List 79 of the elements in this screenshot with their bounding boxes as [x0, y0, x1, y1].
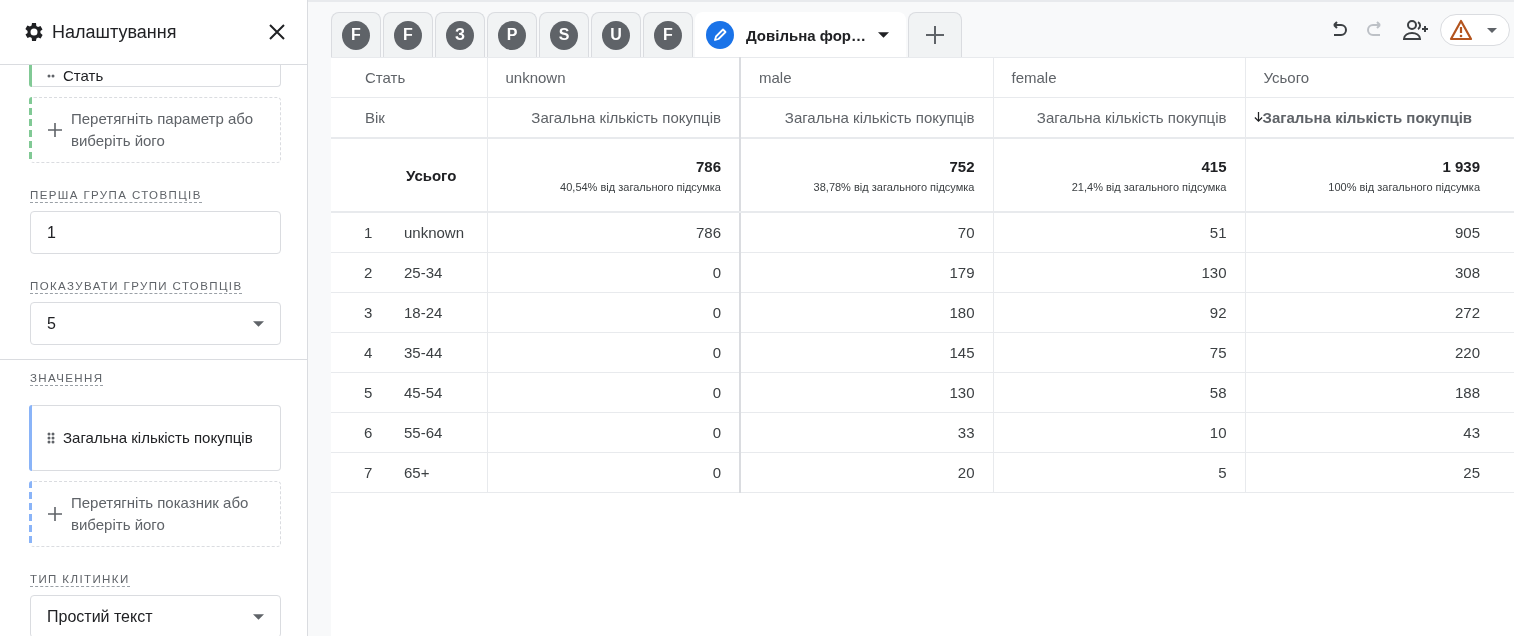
report-tab[interactable]: P [487, 12, 537, 57]
report-tab[interactable]: F [331, 12, 381, 57]
field-chip[interactable]: Стать [30, 65, 281, 87]
row-number: 2 [364, 264, 374, 281]
table-cell: 70 [740, 212, 993, 253]
table-cell: 92 [993, 292, 1245, 333]
sort-arrow-icon [1253, 112, 1263, 123]
table-cell: 180 [740, 292, 993, 333]
row-label: 18-24 [404, 304, 443, 321]
row-number: 7 [364, 464, 374, 481]
table-cell: 75 [993, 332, 1245, 373]
row-number: 1 [364, 224, 374, 241]
row-label: 55-64 [404, 424, 443, 441]
caret-icon [878, 32, 889, 38]
dropdown[interactable]: 5 [30, 302, 281, 345]
total-label: Усього [331, 138, 487, 212]
drag-handle-icon [47, 73, 55, 78]
total-value: 1 939 [1441, 157, 1480, 175]
warning-icon [1449, 19, 1473, 41]
share-text: 38,78% від загального підсумка [812, 180, 975, 193]
table-cell: 179 [740, 252, 993, 293]
share-text: 100% від загального підсумка [1327, 180, 1480, 193]
column-header: female [993, 57, 1245, 98]
field-chip[interactable]: Загальна кількість покупців [30, 405, 281, 471]
plus-icon [47, 506, 63, 522]
report-tab[interactable]: S [539, 12, 589, 57]
row-label: 25-34 [404, 264, 443, 281]
column-header: Усього [1245, 57, 1514, 98]
drop-zone[interactable]: Перетягніть показник або виберіть його [30, 481, 281, 547]
row-number: 5 [364, 384, 374, 401]
row-number: 3 [364, 304, 374, 321]
field-label: ТИП КЛІТИНКИ [30, 573, 130, 587]
table-cell: 58 [993, 372, 1245, 413]
panel-title: Налаштування [52, 21, 178, 43]
row-number: 4 [364, 344, 374, 361]
metric-header[interactable]: Загальна кількість покупців [740, 97, 993, 138]
column-header: male [740, 57, 993, 98]
report-tab[interactable]: F [643, 12, 693, 57]
report-tab[interactable]: U [591, 12, 641, 57]
column-header: unknown [487, 57, 740, 98]
field-label: ПЕРША ГРУПА СТОВПЦІВ [30, 189, 202, 203]
row-label: unknown [404, 224, 465, 241]
share-text: 40,54% від загального підсумка [559, 180, 721, 193]
plus-icon [925, 25, 945, 45]
drag-handle-icon [47, 432, 55, 444]
row-label: 45-54 [404, 384, 443, 401]
table-cell: 5 [993, 452, 1245, 493]
input-field[interactable]: 1 [30, 211, 281, 254]
add-person-icon [1402, 18, 1430, 42]
report-tab[interactable]: Довільна фор… [695, 12, 906, 57]
plus-icon [47, 122, 63, 138]
caret-icon [1487, 27, 1497, 33]
table-cell: 130 [993, 252, 1245, 293]
row-label: 65+ [404, 464, 430, 481]
drop-zone[interactable]: Перетягніть параметр або виберіть його [30, 97, 281, 163]
dimension-header: Стать [331, 57, 487, 98]
field-label: ПОКАЗУВАТИ ГРУПИ СТОВПЦІВ [30, 280, 243, 294]
row-number: 6 [364, 424, 374, 441]
caret-icon [253, 613, 264, 620]
total-value: 786 [694, 157, 721, 175]
table-cell: 10 [993, 412, 1245, 453]
table-cell: 20 [740, 452, 993, 493]
table-cell: 33 [740, 412, 993, 453]
section-label: ЗНАЧЕННЯ [30, 372, 104, 386]
table-cell: 51 [993, 212, 1245, 253]
share-text: 21,4% від загального підсумка [1070, 180, 1227, 193]
total-value: 752 [948, 157, 975, 175]
table-cell: 145 [740, 332, 993, 373]
share-button[interactable] [1402, 18, 1430, 42]
report-tab[interactable]: F [383, 12, 433, 57]
row-label: 35-44 [404, 344, 443, 361]
pencil-icon [706, 21, 734, 49]
dropdown[interactable]: Простий текст [30, 595, 281, 636]
caret-icon [253, 320, 264, 327]
warning-button[interactable] [1440, 14, 1510, 46]
add-tab-button[interactable] [908, 12, 962, 57]
report-tab[interactable]: З [435, 12, 485, 57]
table-cell: 130 [740, 372, 993, 413]
total-value: 415 [1200, 157, 1227, 175]
